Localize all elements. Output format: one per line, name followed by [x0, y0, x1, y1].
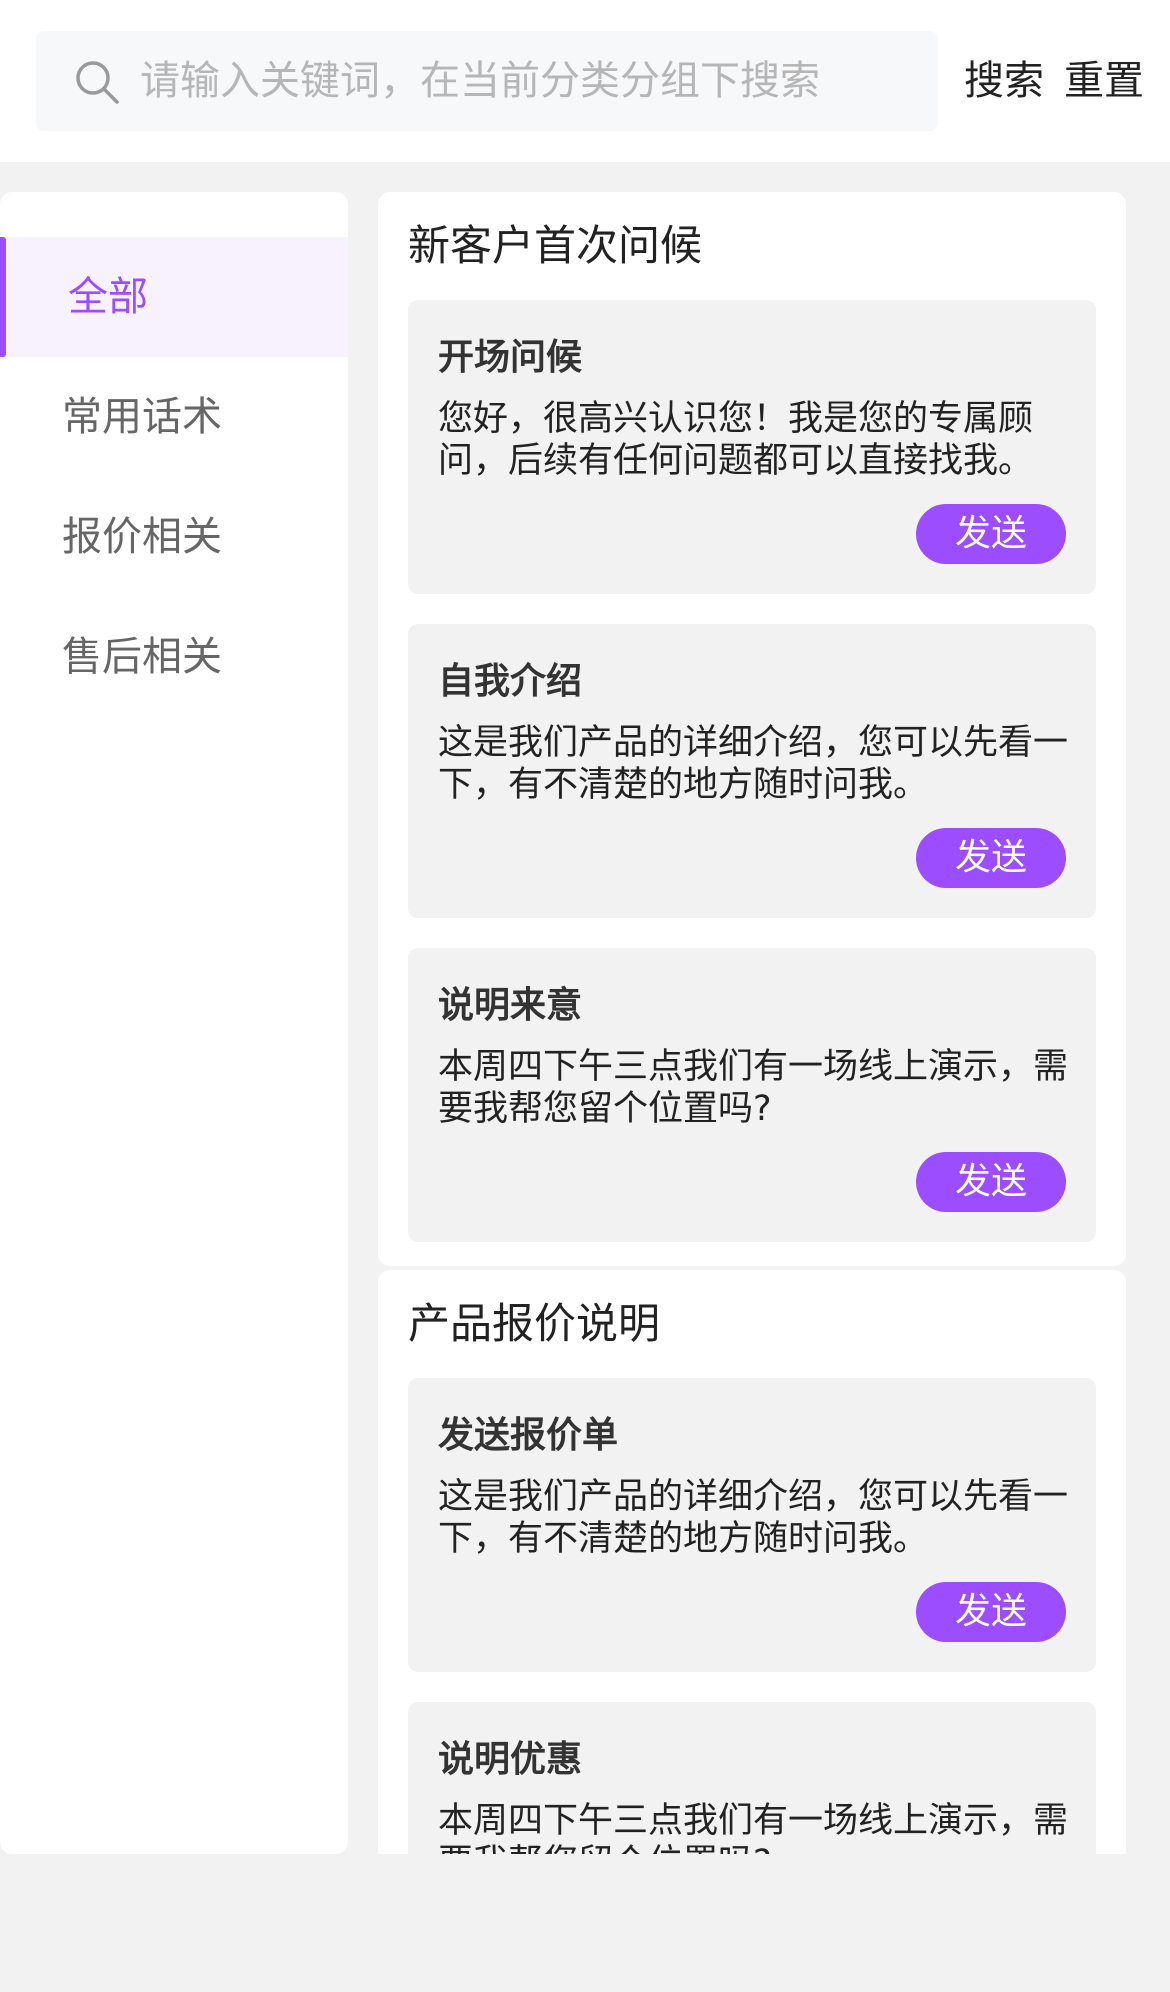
header: 请输入关键词，在当前分类分组下搜索 搜索 重置 [0, 0, 1170, 162]
phrase-card: 自我介绍 这是我们产品的详细介绍，您可以先看一下，有不清楚的地方随时问我。 发送 [408, 624, 1096, 918]
phrase-card: 发送报价单 这是我们产品的详细介绍，您可以先看一下，有不清楚的地方随时问我。 发… [408, 1378, 1096, 1672]
send-button[interactable]: 发送 [916, 1582, 1066, 1642]
search-input[interactable]: 请输入关键词，在当前分类分组下搜索 [36, 31, 938, 131]
phrase-title: 自我介绍 [438, 661, 583, 702]
phrase-text: 本周四下午三点我们有一场线上演示，需要我帮您留个位置吗? [438, 1801, 1069, 1854]
phrase-text: 本周四下午三点我们有一场线上演示，需要我帮您留个位置吗? [438, 1047, 1069, 1129]
group-title: 产品报价说明 [408, 1299, 661, 1348]
phrase-text: 这是我们产品的详细介绍，您可以先看一下，有不清楚的地方随时问我。 [438, 1477, 1069, 1559]
sidebar-item-common-phrases[interactable]: 常用话术 [0, 357, 348, 477]
group-title: 新客户首次问候 [408, 221, 703, 270]
send-button[interactable]: 发送 [916, 504, 1066, 564]
phrase-list[interactable]: 新客户首次问候 开场问候 您好，很高兴认识您！我是您的专属顾问，后续有任何问题都… [378, 192, 1126, 1854]
page: 请输入关键词，在当前分类分组下搜索 搜索 重置 全部 常用话术 报价相关 售后相… [0, 0, 1170, 1992]
sidebar-item-all[interactable]: 全部 [0, 237, 348, 357]
search-button[interactable]: 搜索 [964, 31, 1044, 131]
send-button[interactable]: 发送 [916, 828, 1066, 888]
phrase-card: 说明优惠 本周四下午三点我们有一场线上演示，需要我帮您留个位置吗? 发送 [408, 1702, 1096, 1854]
phrase-card: 说明来意 本周四下午三点我们有一场线上演示，需要我帮您留个位置吗? 发送 [408, 948, 1096, 1242]
search-placeholder: 请输入关键词，在当前分类分组下搜索 [140, 58, 820, 104]
phrase-title: 说明优惠 [438, 1739, 583, 1780]
reset-button[interactable]: 重置 [1064, 31, 1144, 131]
phrase-group: 新客户首次问候 开场问候 您好，很高兴认识您！我是您的专属顾问，后续有任何问题都… [378, 192, 1126, 1266]
sidebar-item-after-sales[interactable]: 售后相关 [0, 597, 348, 717]
send-button[interactable]: 发送 [916, 1152, 1066, 1212]
sidebar-item-quotation[interactable]: 报价相关 [0, 477, 348, 597]
phrase-text: 您好，很高兴认识您！我是您的专属顾问，后续有任何问题都可以直接找我。 [438, 399, 1034, 481]
phrase-title: 发送报价单 [438, 1415, 619, 1456]
search-icon [76, 61, 119, 104]
phrase-title: 开场问候 [438, 337, 583, 378]
category-sidebar: 全部 常用话术 报价相关 售后相关 [0, 192, 348, 1854]
phrase-card: 开场问候 您好，很高兴认识您！我是您的专属顾问，后续有任何问题都可以直接找我。 … [408, 300, 1096, 594]
phrase-title: 说明来意 [438, 985, 583, 1026]
phrase-group: 产品报价说明 发送报价单 这是我们产品的详细介绍，您可以先看一下，有不清楚的地方… [378, 1270, 1126, 1854]
phrase-text: 这是我们产品的详细介绍，您可以先看一下，有不清楚的地方随时问我。 [438, 723, 1069, 805]
